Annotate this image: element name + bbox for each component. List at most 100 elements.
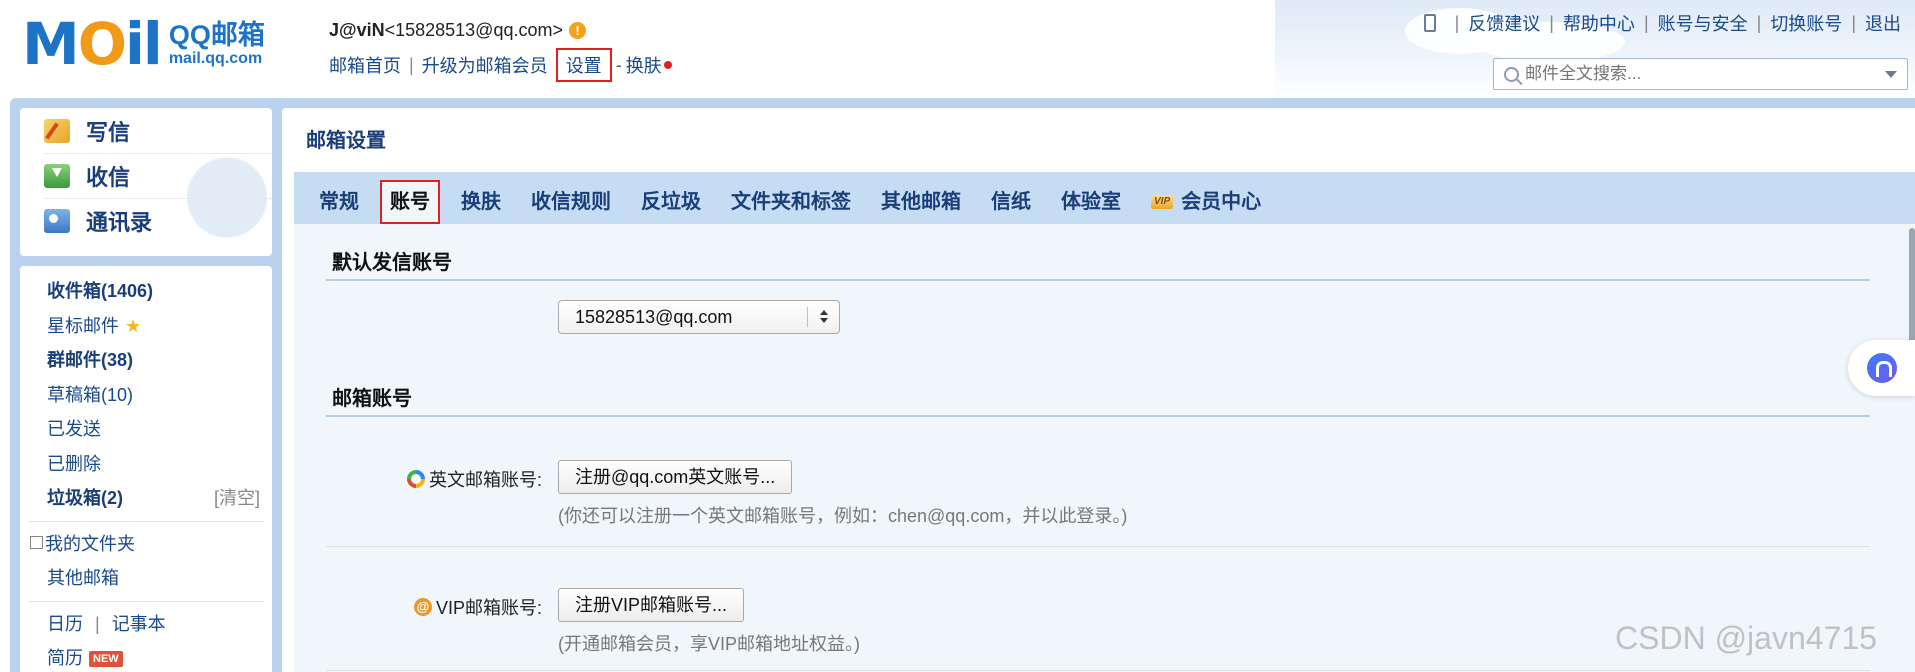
star-icon: ★ — [125, 315, 142, 336]
clear-spam-link[interactable]: [清空] — [214, 481, 260, 516]
notification-dot-icon — [663, 61, 672, 69]
vip-account-hint: (开通邮箱会员，享VIP邮箱地址权益。) — [558, 634, 860, 654]
compose-pencil-icon — [44, 118, 70, 143]
selected-account: 15828513@qq.com — [575, 307, 733, 327]
vip-at-icon: @ — [413, 598, 432, 616]
tab-account[interactable]: 账号 — [380, 180, 440, 224]
qq-mail-logo[interactable]: MOil QQ邮箱 mail.qq.com — [22, 14, 265, 74]
mailbox-home-link[interactable]: 邮箱首页 — [329, 52, 401, 78]
sidebar-item-sent[interactable]: 已发送 — [20, 412, 272, 447]
folder-label: 群邮件(38) — [47, 350, 134, 370]
english-account-label-row: 英文邮箱账号: — [354, 466, 542, 492]
english-account-icon — [406, 470, 425, 488]
receive-mail-button[interactable]: 收信 — [44, 153, 272, 198]
compose-button[interactable]: 写信 — [44, 108, 272, 153]
top-nav: 邮箱首页 | 升级为邮箱会员 设置 - 换肤 — [329, 48, 672, 82]
sidebar-separator: | — [95, 613, 100, 634]
feedback-link[interactable]: 反馈建议 — [1468, 10, 1540, 36]
sidebar-folder-list: 收件箱(1406) 星标邮件 ★ 群邮件(38) 草稿箱(10) 已发送 已删除 … — [20, 266, 272, 672]
receive-label: 收信 — [86, 165, 131, 190]
switch-account-link[interactable]: 切换账号 — [1770, 10, 1842, 36]
search-input[interactable] — [1525, 64, 1865, 84]
user-nickname: J@viN — [329, 20, 385, 40]
search-dropdown-caret-icon[interactable] — [1885, 71, 1897, 78]
top-header: MOil QQ邮箱 mail.qq.com J@viN<15828513@qq.… — [0, 0, 1915, 100]
nav-dash: - — [615, 54, 622, 75]
tab-general[interactable]: 常规 — [304, 180, 374, 224]
contacts-button[interactable]: 通讯录 — [44, 198, 272, 243]
watermark-text: CSDN @javn4715 — [1615, 620, 1877, 656]
folder-label: 收件箱(1406) — [47, 281, 154, 301]
sidebar-quick-actions: 写信 收信 通讯录 — [20, 108, 272, 256]
logout-link[interactable]: 退出 — [1865, 10, 1901, 36]
settings-link[interactable]: 设置 — [555, 48, 612, 82]
tab-receive-rules[interactable]: 收信规则 — [516, 180, 626, 224]
help-center-link[interactable]: 帮助中心 — [1563, 10, 1635, 36]
tab-label: 会员中心 — [1181, 191, 1262, 213]
mobile-phone-icon[interactable] — [1423, 14, 1436, 32]
settings-tabs: 常规 账号 换肤 收信规则 反垃圾 文件夹和标签 其他邮箱 信纸 体验室 VIP… — [294, 172, 1915, 224]
right-separator: | — [1756, 12, 1762, 33]
sidebar-item-my-folders[interactable]: 我的文件夹 — [20, 527, 272, 562]
settings-content: 默认发信账号 15828513@qq.com 邮箱账号 英文邮箱账号: 注册@q… — [294, 224, 1915, 672]
settings-panel: 邮箱设置 常规 账号 换肤 收信规则 反垃圾 文件夹和标签 其他邮箱 信纸 体验… — [282, 108, 1915, 672]
right-separator: | — [1549, 12, 1554, 33]
right-separator: | — [1454, 12, 1460, 33]
change-skin-link[interactable]: 换肤 — [626, 52, 662, 78]
tab-member-center[interactable]: VIP 会员中心 — [1136, 180, 1276, 224]
tab-lab[interactable]: 体验室 — [1046, 180, 1136, 224]
contacts-label: 通讯录 — [86, 210, 153, 235]
tab-stationery[interactable]: 信纸 — [976, 180, 1046, 224]
contacts-card-icon — [44, 209, 70, 233]
sidebar-item-drafts[interactable]: 草稿箱(10) — [20, 378, 272, 413]
sidebar-divider — [28, 520, 264, 522]
sidebar-item-group-mail[interactable]: 群邮件(38) — [20, 343, 272, 378]
receive-download-icon — [44, 164, 70, 188]
tab-folders-labels[interactable]: 文件夹和标签 — [716, 180, 866, 224]
sidebar-item-other-mailbox[interactable]: 其他邮箱 — [20, 561, 272, 596]
tab-other-mailbox[interactable]: 其他邮箱 — [866, 180, 976, 224]
sidebar-item-starred[interactable]: 星标邮件 ★ — [20, 309, 272, 344]
register-english-account-button[interactable]: 注册@qq.com英文账号... — [558, 460, 793, 494]
folder-label: 已删除 — [47, 453, 101, 474]
tab-skin[interactable]: 换肤 — [446, 180, 516, 224]
logo-url: mail.qq.com — [168, 50, 263, 67]
sidebar-item-calendar-notes: 日历 | 记事本 — [20, 607, 272, 642]
tab-anti-spam[interactable]: 反垃圾 — [626, 180, 716, 224]
folder-label: 我的文件夹 — [45, 533, 135, 554]
right-separator: | — [1643, 12, 1649, 33]
folder-label: 简历 — [47, 648, 83, 668]
expand-plus-icon[interactable] — [30, 535, 43, 549]
folder-label: 已发送 — [47, 419, 101, 439]
sidebar-item-deleted[interactable]: 已删除 — [20, 447, 272, 482]
folder-label: 垃圾箱(2) — [47, 488, 123, 508]
nav-separator: | — [409, 54, 414, 75]
top-right-links: | 反馈建议 | 帮助中心 | 账号与安全 | 切换账号 | 退出 — [1423, 10, 1901, 36]
right-separator: | — [1851, 12, 1856, 33]
user-info: J@viN<15828513@qq.com>! — [329, 20, 586, 41]
english-account-hint: (你还可以注册一个英文邮箱账号，例如：chen@qq.com，并以此登录。) — [558, 506, 1128, 526]
account-security-link[interactable]: 账号与安全 — [1658, 10, 1748, 36]
sidebar-item-inbox[interactable]: 收件箱(1406) — [20, 274, 272, 309]
fulltext-search-box[interactable] — [1493, 58, 1908, 90]
notes-link[interactable]: 记事本 — [112, 614, 166, 634]
floating-assistant-button[interactable] — [1848, 340, 1915, 396]
user-email: <15828513@qq.com> — [384, 20, 563, 40]
folder-label: 星标邮件 — [47, 315, 119, 336]
logo-text: QQ邮箱 mail.qq.com — [169, 20, 265, 68]
calendar-link[interactable]: 日历 — [47, 614, 83, 634]
row-divider — [326, 546, 1870, 547]
sidebar-item-resume[interactable]: 简历 NEW — [20, 641, 272, 672]
default-account-select[interactable]: 15828513@qq.com — [558, 300, 840, 334]
upgrade-vip-link[interactable]: 升级为邮箱会员 — [422, 52, 548, 78]
sidebar-item-spam[interactable]: 垃圾箱(2) [清空] — [20, 481, 272, 516]
logo-mail-mark: MOil — [22, 10, 163, 78]
compose-label: 写信 — [86, 119, 131, 145]
section-default-sender: 默认发信账号 — [326, 246, 1870, 281]
section-mail-accounts: 邮箱账号 — [326, 382, 1870, 417]
vip-account-label: VIP邮箱账号: — [435, 598, 542, 618]
warning-icon[interactable]: ! — [569, 22, 586, 39]
register-vip-account-button[interactable]: 注册VIP邮箱账号... — [558, 588, 745, 622]
assistant-a-icon — [1866, 353, 1897, 383]
folder-label: 草稿箱(10) — [47, 384, 134, 405]
